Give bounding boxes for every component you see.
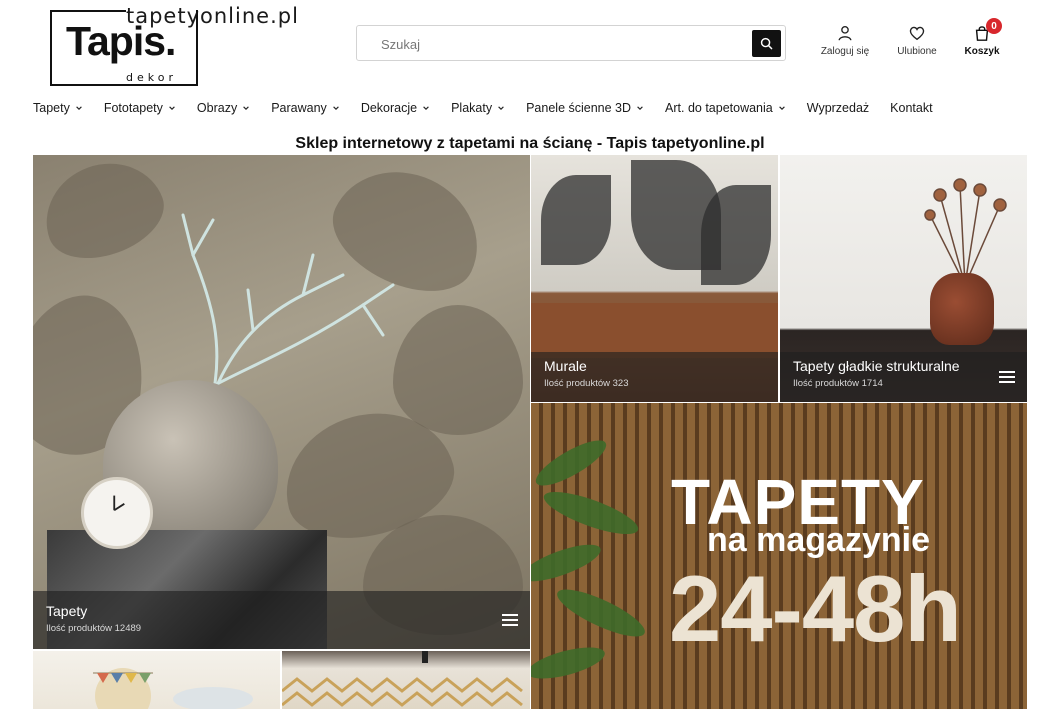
chevron-down-icon xyxy=(169,106,175,110)
kids-illustration xyxy=(93,668,253,709)
tile-caption: Murale Ilość produktów 323 xyxy=(531,352,778,402)
category-tile-kids[interactable] xyxy=(33,651,280,709)
nav-item-kontakt[interactable]: Kontakt xyxy=(890,101,932,115)
menu-icon[interactable] xyxy=(999,371,1015,383)
logo-sub: dekor xyxy=(126,71,177,84)
nav-label: Fototapety xyxy=(103,101,163,115)
nav-label: Tapety xyxy=(33,101,70,115)
menu-icon[interactable] xyxy=(502,614,518,626)
tile-count: Ilość produktów 323 xyxy=(544,378,629,389)
chevron-down-icon xyxy=(778,106,785,110)
login-label: Zaloguj się xyxy=(820,46,870,57)
nav-item-dekoracje[interactable]: Dekoracje xyxy=(361,101,430,115)
plant-decoration xyxy=(531,440,645,679)
nav-item-parawany[interactable]: Parawany xyxy=(271,101,340,115)
chevron-down-icon xyxy=(498,106,504,110)
nav-item-art-do-tapetowania[interactable]: Art. do tapetowania xyxy=(665,101,786,115)
main-nav: Tapety Fototapety Obrazy Parawany Dekora… xyxy=(33,98,954,118)
branch-decoration xyxy=(181,213,395,397)
chevron-down-icon xyxy=(76,106,82,110)
user-icon xyxy=(838,26,852,41)
login-link[interactable]: Zaloguj się xyxy=(810,24,880,57)
category-tile-tapety[interactable]: Tapety Ilość produktów 12489 xyxy=(33,155,530,649)
nav-item-fototapety[interactable]: Fototapety xyxy=(104,101,176,115)
favorites-label: Ulubione xyxy=(897,46,937,57)
nav-label: Plakaty xyxy=(451,101,493,115)
favorites-link[interactable]: Ulubione xyxy=(882,24,952,57)
site-logo[interactable]: tapetyonline.pl Tapis. dekor xyxy=(50,4,300,88)
chevron-down-icon xyxy=(333,106,339,110)
nav-label: Parawany xyxy=(271,101,327,115)
chevron-down-icon xyxy=(637,106,643,110)
cart-count-badge: 0 xyxy=(986,18,1002,34)
nav-label: Dekoracje xyxy=(360,101,418,115)
sideboard xyxy=(531,303,778,358)
pot-decoration xyxy=(930,273,994,345)
geometric-pattern xyxy=(282,651,523,707)
nav-item-obrazy[interactable]: Obrazy xyxy=(197,101,250,115)
category-tile-geometric[interactable] xyxy=(282,651,530,709)
chevron-down-icon xyxy=(243,106,250,110)
page-title: Sklep internetowy z tapetami na ścianę -… xyxy=(295,135,765,152)
tile-caption: Tapety gładkie strukturalne Ilość produk… xyxy=(780,352,1027,402)
dried-flowers-decoration xyxy=(924,178,1007,285)
logo-brand: Tapis. xyxy=(66,18,176,64)
cart-label: Koszyk xyxy=(964,46,1000,57)
nav-item-wyprzedaz[interactable]: Wyprzedaż xyxy=(807,101,869,115)
nav-item-plakaty[interactable]: Plakaty xyxy=(451,101,505,115)
category-tile-tapety-gladkie[interactable]: Tapety gładkie strukturalne Ilość produk… xyxy=(780,155,1027,402)
clock-icon xyxy=(81,477,153,549)
nav-label: Wyprzedaż xyxy=(806,101,870,115)
nav-item-panele-3d[interactable]: Panele ścienne 3D xyxy=(526,101,644,115)
cart-link[interactable]: 0 Koszyk xyxy=(947,18,1017,57)
heart-icon xyxy=(909,26,925,41)
nav-label: Obrazy xyxy=(196,101,238,115)
promo-banner[interactable]: TAPETY na magazynie 24-48h xyxy=(531,403,1027,709)
nav-label: Kontakt xyxy=(890,101,933,115)
nav-label: Art. do tapetowania xyxy=(665,101,773,115)
promo-delivery-time: 24-48h xyxy=(669,556,962,661)
tile-caption: Tapety Ilość produktów 12489 xyxy=(33,591,530,649)
search-input[interactable] xyxy=(381,34,741,54)
tile-name: Tapety xyxy=(46,603,88,619)
search-bar xyxy=(356,25,786,61)
search-icon xyxy=(760,37,773,50)
tile-name: Murale xyxy=(544,358,587,374)
search-button[interactable] xyxy=(752,30,781,57)
nav-label: Panele ścienne 3D xyxy=(526,101,632,115)
tile-count: Ilość produktów 1714 xyxy=(793,378,883,389)
category-tile-murale[interactable]: Murale Ilość produktów 323 xyxy=(531,155,778,402)
chevron-down-icon xyxy=(423,106,429,110)
tile-count: Ilość produktów 12489 xyxy=(46,623,142,634)
nav-item-tapety[interactable]: Tapety xyxy=(33,101,83,115)
tile-name: Tapety gładkie strukturalne xyxy=(793,358,960,374)
